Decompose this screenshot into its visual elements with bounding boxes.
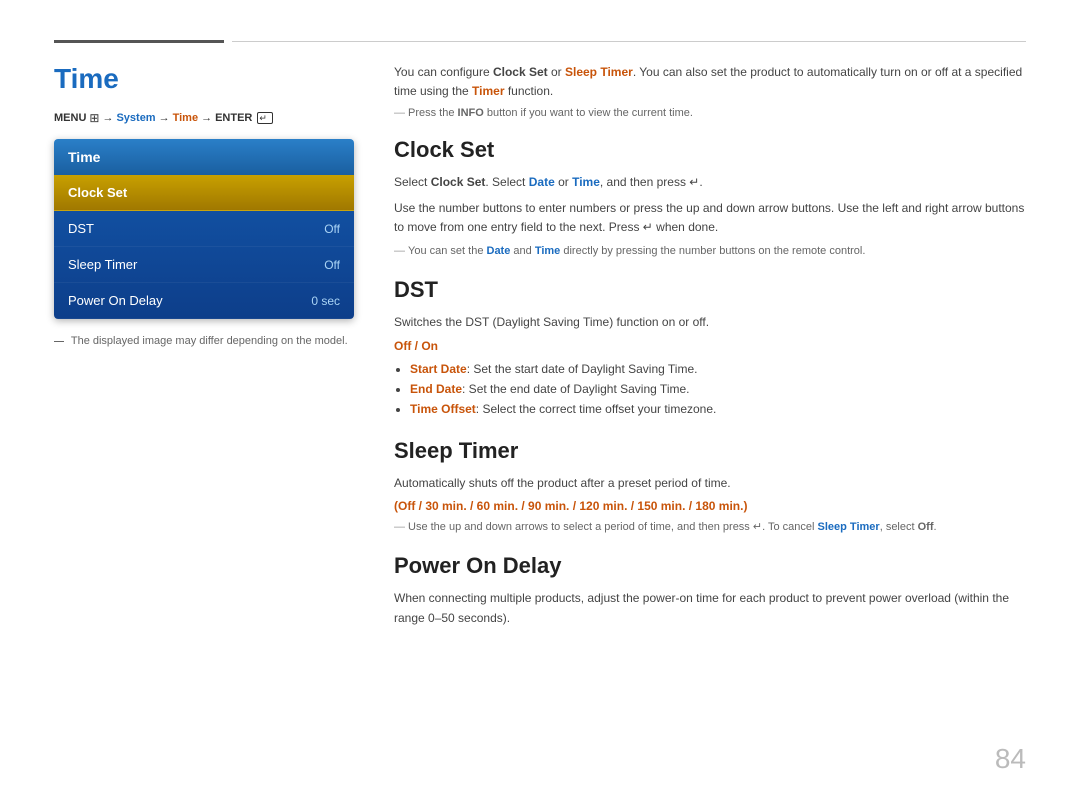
menu-item-dst-label: DST: [68, 221, 94, 236]
arrow2: →: [159, 112, 170, 124]
intro-note: Press the INFO button if you want to vie…: [394, 107, 1026, 119]
section-title-sleep-timer: Sleep Timer: [394, 438, 1026, 464]
clock-set-para1: Select Clock Set. Select Date or Time, a…: [394, 173, 1026, 192]
section-title-clock-set: Clock Set: [394, 137, 1026, 163]
timer-ref: Timer: [472, 84, 504, 98]
menu-path: MENU ⊞ → System → Time → ENTER: [54, 111, 354, 125]
enter-icon: [257, 112, 273, 124]
note-text: The displayed image may differ depending…: [71, 335, 348, 347]
top-dividers: [0, 40, 1080, 43]
page-content: Time MENU ⊞ → System → Time → ENTER Time…: [0, 63, 1080, 634]
menu-item-sleep-timer[interactable]: Sleep Timer Off: [54, 247, 354, 283]
image-differ-note: The displayed image may differ depending…: [54, 335, 354, 347]
right-column: You can configure Clock Set or Sleep Tim…: [394, 63, 1026, 634]
sleep-timer-para1: Automatically shuts off the product afte…: [394, 474, 1026, 493]
intro-text4: function.: [505, 84, 554, 98]
sleep-timer-options: (Off / 30 min. / 60 min. / 90 min. / 120…: [394, 499, 1026, 513]
dst-bullet-end-date: End Date: Set the end date of Daylight S…: [410, 379, 1026, 399]
menu-item-sleep-timer-value: Off: [324, 258, 340, 272]
note-dash: [54, 341, 64, 342]
section-title-dst: DST: [394, 277, 1026, 303]
clock-set-note: You can set the Date and Time directly b…: [394, 243, 1026, 260]
dst-bullet-list: Start Date: Set the start date of Daylig…: [410, 359, 1026, 420]
menu-item-sleep-timer-label: Sleep Timer: [68, 257, 137, 272]
dst-bullet-start-date: Start Date: Set the start date of Daylig…: [410, 359, 1026, 379]
dst-options: Off / On: [394, 339, 1026, 353]
enter-label: ENTER: [215, 112, 252, 124]
left-column: Time MENU ⊞ → System → Time → ENTER Time…: [54, 63, 354, 634]
menu-item-dst[interactable]: DST Off: [54, 211, 354, 247]
dst-bullet-time-offset: Time Offset: Select the correct time off…: [410, 399, 1026, 419]
tv-menu-body: Clock Set DST Off Sleep Timer Off Power …: [54, 175, 354, 319]
arrow3: →: [201, 112, 212, 124]
sleep-timer-note: Use the up and down arrows to select a p…: [394, 519, 1026, 536]
system-label: System: [116, 112, 155, 124]
menu-item-power-on-delay-value: 0 sec: [311, 294, 340, 308]
menu-icon: ⊞: [89, 111, 99, 125]
tv-menu-header: Time: [54, 139, 354, 175]
time-label: Time: [173, 112, 198, 124]
menu-item-clock-set[interactable]: Clock Set: [54, 175, 354, 211]
menu-label: MENU: [54, 112, 86, 124]
menu-item-clock-set-label: Clock Set: [68, 185, 127, 200]
divider-dark: [54, 40, 224, 43]
dst-para1: Switches the DST (Daylight Saving Time) …: [394, 313, 1026, 332]
divider-light: [232, 41, 1026, 42]
arrow1: →: [102, 112, 113, 124]
menu-item-power-on-delay[interactable]: Power On Delay 0 sec: [54, 283, 354, 319]
section-title-power-on-delay: Power On Delay: [394, 553, 1026, 579]
clock-set-ref: Clock Set: [493, 65, 548, 79]
intro-text2: or: [548, 65, 565, 79]
menu-item-dst-value: Off: [324, 222, 340, 236]
intro-paragraph: You can configure Clock Set or Sleep Tim…: [394, 63, 1026, 101]
menu-item-power-on-delay-label: Power On Delay: [68, 293, 163, 308]
page-title: Time: [54, 63, 354, 95]
clock-set-para2: Use the number buttons to enter numbers …: [394, 199, 1026, 237]
intro-text1: You can configure: [394, 65, 493, 79]
sleep-timer-ref: Sleep Timer: [565, 65, 633, 79]
power-on-delay-para1: When connecting multiple products, adjus…: [394, 589, 1026, 627]
page-number: 84: [995, 743, 1026, 775]
tv-menu: Time Clock Set DST Off Sleep Timer Off P…: [54, 139, 354, 319]
